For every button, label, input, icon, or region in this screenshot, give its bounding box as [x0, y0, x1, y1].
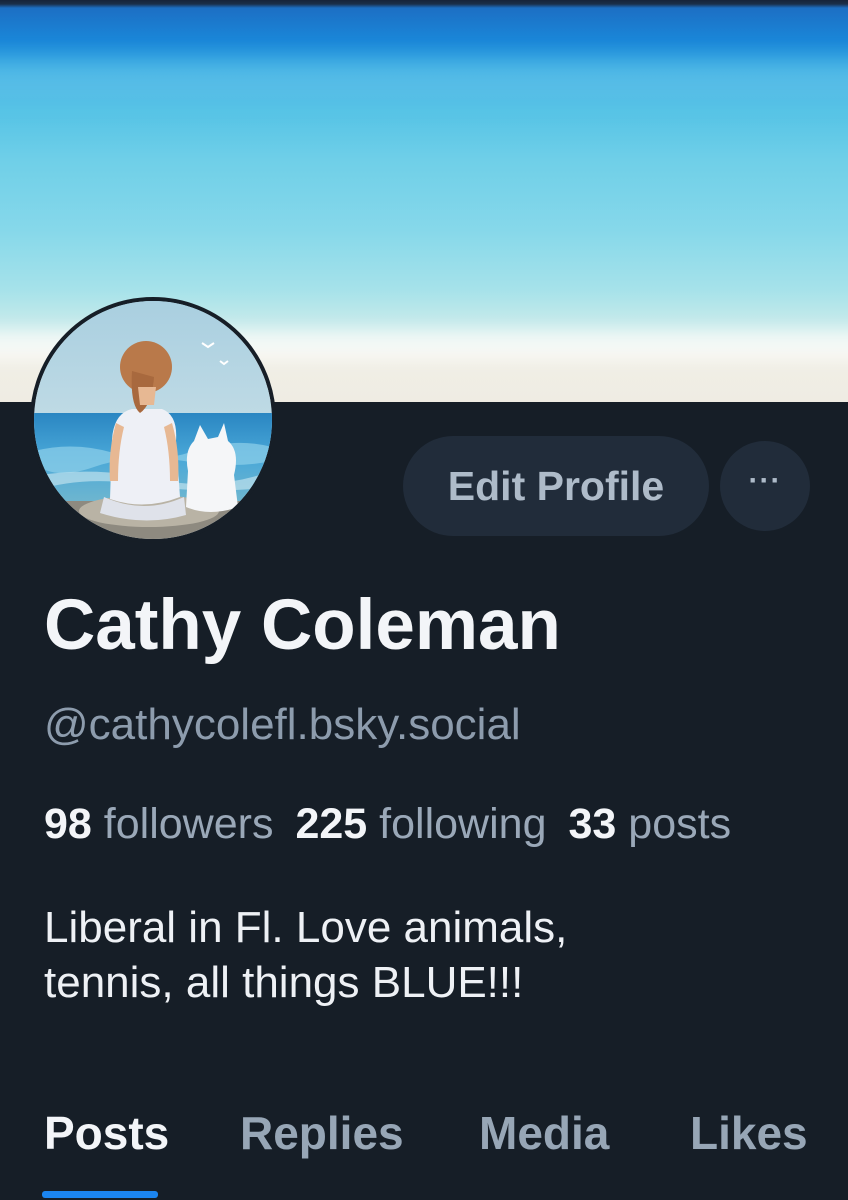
display-name: Cathy Coleman: [44, 586, 561, 665]
following-label: following: [379, 800, 547, 848]
profile-tabs: Posts Replies Media Likes: [0, 1100, 848, 1200]
followers-label: followers: [103, 800, 274, 848]
edit-profile-button[interactable]: Edit Profile: [403, 436, 709, 536]
posts-label: posts: [628, 800, 732, 848]
profile-handle: @cathycolefl.bsky.social: [44, 700, 521, 749]
active-tab-indicator: [42, 1191, 158, 1198]
avatar-image: [34, 301, 272, 539]
banner-sea-haze: [0, 60, 848, 100]
followers-count: 98: [44, 800, 92, 848]
bio-line: Liberal in Fl. Love animals,: [44, 903, 568, 952]
profile-stats: 98 followers 225 following 33 posts: [44, 800, 848, 849]
tab-media[interactable]: Media: [479, 1106, 609, 1160]
tab-likes[interactable]: Likes: [690, 1106, 808, 1160]
more-options-button[interactable]: ···: [720, 441, 810, 531]
ellipsis-icon: ···: [748, 464, 782, 497]
followers-stat[interactable]: 98 followers: [44, 800, 295, 848]
profile-bio: Liberal in Fl. Love animals, tennis, all…: [44, 900, 824, 1010]
bio-line: tennis, all things BLUE!!!: [44, 958, 524, 1007]
following-count: 225: [295, 800, 368, 848]
avatar[interactable]: [30, 297, 276, 543]
posts-count: 33: [568, 800, 617, 848]
posts-stat: 33 posts: [569, 800, 754, 848]
tab-replies[interactable]: Replies: [240, 1106, 404, 1160]
tab-posts[interactable]: Posts: [44, 1106, 169, 1160]
following-stat[interactable]: 225 following: [295, 800, 568, 848]
